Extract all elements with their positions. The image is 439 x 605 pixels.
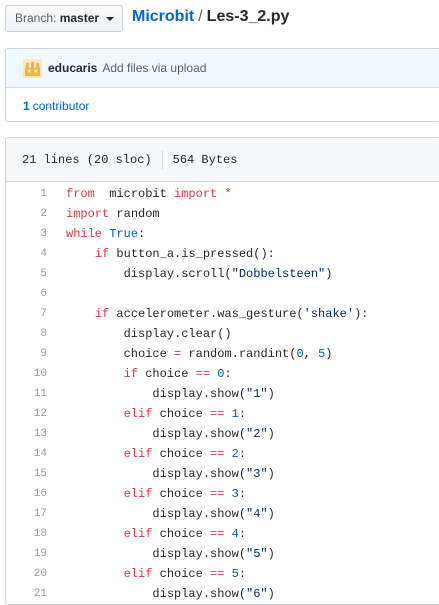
code-line: 1 from microbit import * [6,184,439,204]
line-number[interactable]: 12 [6,408,47,420]
breadcrumb-repo-link[interactable]: Microbit [132,8,194,25]
code-line: 17 display.show("4") [6,504,439,524]
code-line: 7 if accelerometer.was_gesture('shake'): [6,304,439,324]
code-line: 20 elif choice == 5: [6,564,439,584]
file-line-count: 21 lines (20 sloc) [22,152,152,167]
code-line: 19 display.show("5") [6,544,439,564]
line-code: display.show("1") [66,387,275,401]
line-code: if button_a.is_pressed(): [94,247,275,261]
line-number[interactable]: 19 [6,548,47,560]
line-code: display.show("2") [66,427,275,441]
line-number[interactable]: 16 [6,488,47,500]
branch-value: master [59,11,100,25]
code-line: 14 elif choice == 2: [6,444,439,464]
line-number[interactable]: 7 [6,308,47,320]
code-line: 6 [6,284,439,304]
code-line: 12 elif choice == 1: [6,404,439,424]
caret-down-icon [106,16,115,21]
line-number[interactable]: 1 [6,188,47,200]
line-code: import random [66,207,160,221]
contributors-count: 1 [23,98,30,113]
breadcrumb-separator: / [198,8,203,25]
avatar-icon[interactable] [23,58,42,78]
file-size: 564 Bytes [172,152,238,167]
code-line: 13 display.show("2") [6,424,439,444]
code-line: 8 display.clear() [6,324,439,344]
code-line: 16 elif choice == 3: [6,484,439,504]
code-line: 10 if choice == 0: [6,364,439,384]
commit-author[interactable]: educaris [48,61,97,75]
file-box: 21 lines (20 sloc) 564 Bytes 1 from micro… [5,137,439,605]
code-line: 2 import random [6,204,439,224]
line-code: while True: [66,227,146,241]
line-number[interactable]: 2 [6,208,47,220]
branch-label: Branch: [15,11,57,25]
line-number[interactable]: 6 [6,288,47,300]
line-code: display.show("6") [66,587,275,601]
line-code: elif choice == 4: [123,527,247,541]
code-line: 11 display.show("1") [6,384,439,404]
commit-message[interactable]: Add files via upload [102,61,206,75]
line-number[interactable]: 17 [6,508,47,520]
line-number[interactable]: 11 [6,388,47,400]
code-line: 4 if button_a.is_pressed(): [6,244,439,264]
breadcrumb-file-name: Les-3_2.py [206,8,290,25]
code-line: 3 while True: [6,224,439,244]
code-line: 18 elif choice == 4: [6,524,439,544]
file-header: 21 lines (20 sloc) 564 Bytes [6,138,439,182]
line-code: elif choice == 5: [123,567,247,581]
contributors-row: 1 contributor [6,88,439,121]
line-number[interactable]: 13 [6,428,47,440]
code-line: 21 display.show("6") [6,584,439,604]
commit-box: educaris Add files via upload 1 contribu… [5,48,439,122]
line-number[interactable]: 15 [6,468,47,480]
contributors-link[interactable]: 1 contributor [23,99,89,113]
line-code: if choice == 0: [123,367,232,381]
line-number[interactable]: 3 [6,228,47,240]
line-code: display.scroll("Dobbelsteen") [66,267,333,281]
code-line: 5 display.scroll("Dobbelsteen") [6,264,439,284]
line-code: display.show("4") [66,507,275,521]
line-code: elif choice == 1: [123,407,247,421]
line-number[interactable]: 14 [6,448,47,460]
code-line: 15 display.show("3") [6,464,439,484]
line-number[interactable]: 4 [6,248,47,260]
code-view: 1 from microbit import * 2 import random 3 wh… [6,182,439,604]
line-number[interactable]: 5 [6,268,47,280]
line-code: if accelerometer.was_gesture('shake'): [94,307,369,321]
line-code: elif choice == 3: [123,487,247,501]
line-code: elif choice == 2: [123,447,247,461]
line-code: from microbit import * [66,187,232,201]
line-code: display.show("3") [66,467,275,481]
contributors-label: contributor [32,98,90,113]
line-code: display.show("5") [66,547,275,561]
code-line: 9 choice = random.randint(0, 5) [6,344,439,364]
latest-commit: educaris Add files via upload [6,49,439,88]
line-code: choice = random.randint(0, 5) [66,347,333,361]
line-number[interactable]: 21 [6,588,47,600]
line-number[interactable]: 18 [6,528,47,540]
line-number[interactable]: 10 [6,368,47,380]
line-number[interactable]: 8 [6,328,47,340]
line-number[interactable]: 9 [6,348,47,360]
breadcrumb: Microbit / Les-3_2.py [132,6,289,28]
line-number[interactable]: 20 [6,568,47,580]
file-info-divider [161,150,163,169]
branch-selector-button[interactable]: Branch: master [5,5,123,32]
top-bar: Branch: master Microbit / Les-3_2.py [0,0,439,38]
line-code: display.clear() [66,327,232,341]
